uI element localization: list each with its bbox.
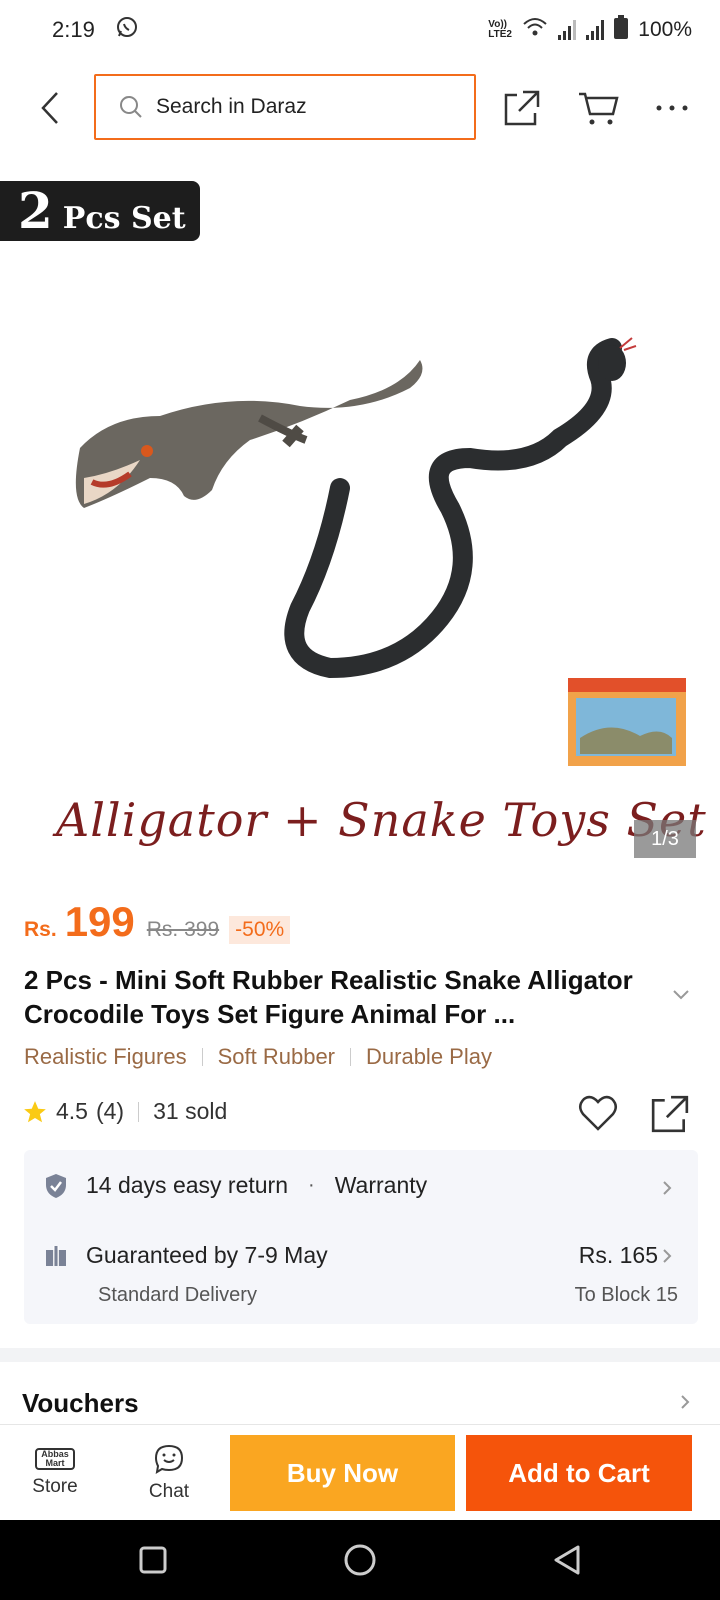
- share-icon: [504, 90, 540, 126]
- rating-row[interactable]: 4.5 (4) 31 sold: [22, 1098, 227, 1125]
- store-button[interactable]: Abbas Mart Store: [10, 1425, 100, 1521]
- separator-dot: ·: [308, 1174, 315, 1196]
- packaging-box: [568, 678, 686, 766]
- whatsapp-icon: [115, 15, 139, 45]
- expand-title-button[interactable]: [672, 988, 690, 1006]
- home-button[interactable]: [340, 1540, 380, 1580]
- system-back-button[interactable]: [547, 1540, 587, 1580]
- share-button[interactable]: [500, 86, 544, 130]
- delivery-row[interactable]: Guaranteed by 7-9 May: [44, 1242, 328, 1269]
- circle-icon: [344, 1544, 376, 1576]
- warranty-label: Warranty: [334, 1172, 428, 1198]
- store-label: Store: [32, 1476, 78, 1497]
- delivery-type: Standard Delivery: [98, 1284, 257, 1306]
- return-warranty-row[interactable]: 14 days easy return · Warranty: [44, 1172, 427, 1199]
- status-time: 2:19: [52, 17, 95, 42]
- vouchers-heading[interactable]: Vouchers: [22, 1388, 139, 1419]
- share-product-button[interactable]: [650, 1094, 690, 1139]
- add-to-cart-button[interactable]: Add to Cart: [466, 1435, 692, 1511]
- status-bar: 2:19 Vo)) LTE2 100%: [0, 0, 720, 60]
- wifi-icon: [522, 16, 548, 44]
- rating-count: (4): [95, 1098, 125, 1124]
- delivery-guarantee: Guaranteed by 7-9 May: [86, 1242, 328, 1268]
- product-image-carousel[interactable]: 2 Pcs Set Alligator + Snake Toys Set 1/3: [0, 178, 720, 868]
- chevron-down-icon: [673, 990, 689, 1000]
- store-logo: Abbas Mart: [35, 1448, 75, 1470]
- share-icon: [651, 1095, 689, 1133]
- delivery-destination: To Block 15: [574, 1284, 678, 1306]
- bottom-action-bar: Abbas Mart Store Chat Buy Now Add to Car…: [0, 1424, 720, 1520]
- price-current: 199: [64, 898, 135, 945]
- search-placeholder: Search in Daraz: [156, 95, 307, 118]
- top-nav: Search in Daraz: [0, 72, 720, 142]
- service-info-box: 14 days easy return · Warranty Guarantee…: [24, 1150, 698, 1324]
- chevron-right-icon: [662, 1180, 672, 1201]
- buy-now-button[interactable]: Buy Now: [230, 1435, 455, 1511]
- section-divider: [0, 1348, 720, 1362]
- recent-apps-button[interactable]: [133, 1540, 173, 1580]
- triangle-back-icon: [554, 1545, 580, 1575]
- price-original: Rs. 399: [146, 918, 220, 941]
- search-icon: [120, 96, 142, 118]
- chat-button[interactable]: Chat: [124, 1425, 214, 1521]
- image-counter: 1/3: [634, 820, 696, 858]
- back-arrow-icon: [41, 92, 58, 124]
- battery-percent: 100%: [638, 18, 692, 41]
- network-label: Vo)) LTE2: [488, 19, 512, 40]
- wishlist-button[interactable]: [578, 1094, 618, 1137]
- tag-item: Realistic Figures: [24, 1044, 187, 1069]
- price-row: Rs. 199 Rs. 399 -50%: [24, 898, 291, 946]
- square-icon: [139, 1546, 167, 1574]
- tag-item: Soft Rubber: [217, 1044, 336, 1069]
- shield-check-icon: [46, 1173, 66, 1198]
- alligator-figure: [75, 360, 423, 508]
- price-currency: Rs.: [24, 918, 57, 941]
- delivery-fee: Rs. 165: [578, 1242, 658, 1268]
- star-icon: [24, 1100, 46, 1122]
- package-icon: [46, 1245, 66, 1266]
- tag-divider: [201, 1048, 203, 1066]
- cart-button[interactable]: [576, 86, 620, 130]
- sold-count: 31 sold: [153, 1098, 228, 1124]
- back-button[interactable]: [30, 88, 70, 128]
- chevron-right-icon: [662, 1248, 672, 1269]
- signal-icon-1: [558, 20, 577, 40]
- return-policy: 14 days easy return: [86, 1172, 289, 1198]
- chat-label: Chat: [148, 1481, 190, 1502]
- image-caption: Alligator + Snake Toys Set: [56, 793, 707, 847]
- signal-icon-2: [586, 20, 605, 40]
- product-tags: Realistic Figures Soft Rubber Durable Pl…: [24, 1044, 492, 1070]
- more-icon: [656, 105, 688, 111]
- chevron-right-icon[interactable]: [680, 1394, 690, 1415]
- system-nav-bar: [0, 1520, 720, 1600]
- discount-badge: -50%: [229, 916, 291, 944]
- tag-divider: [350, 1048, 352, 1066]
- tag-item: Durable Play: [366, 1044, 492, 1069]
- heart-icon: [579, 1095, 617, 1131]
- battery-icon: [614, 15, 629, 45]
- chat-icon: [154, 1444, 184, 1474]
- product-title: 2 Pcs - Mini Soft Rubber Realistic Snake…: [24, 965, 633, 1029]
- search-input[interactable]: Search in Daraz: [94, 74, 476, 140]
- product-photo: [75, 337, 686, 766]
- snake-figure: [284, 337, 637, 679]
- more-button[interactable]: [650, 86, 694, 130]
- rating-divider: [138, 1101, 140, 1122]
- cart-icon: [579, 92, 619, 125]
- rating-value: 4.5: [56, 1098, 88, 1124]
